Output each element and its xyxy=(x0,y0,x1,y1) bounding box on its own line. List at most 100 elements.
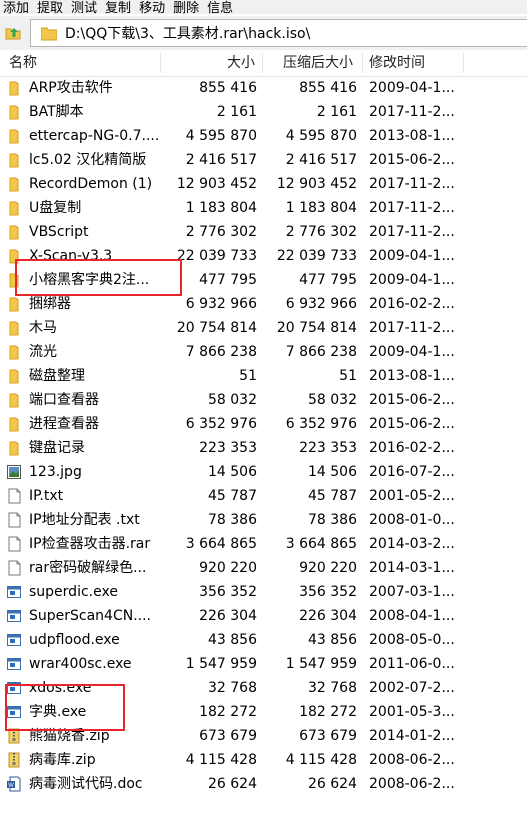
file-compressed-size: 2 776 302 xyxy=(285,224,357,240)
file-modified: 2016-02-2... xyxy=(369,296,455,312)
folder-icon xyxy=(6,416,22,432)
text-file-icon xyxy=(6,536,22,552)
folder-icon xyxy=(6,392,22,408)
column-modified[interactable]: 修改时间 xyxy=(369,50,425,76)
file-row[interactable]: SuperScan4CN.... 226 304 226 304 2008-04-1.… xyxy=(0,604,527,628)
column-compressed-size[interactable]: 压缩后大小 xyxy=(283,50,353,76)
file-modified: 2016-02-2... xyxy=(369,440,455,456)
image-file-icon xyxy=(6,464,22,480)
file-compressed-size: 45 787 xyxy=(308,488,357,504)
file-compressed-size: 226 304 xyxy=(299,608,357,624)
file-row[interactable]: BAT脚本 2 161 2 161 2017-11-2... xyxy=(0,100,527,124)
file-row[interactable]: U盘复制 1 183 804 1 183 804 2017-11-2... xyxy=(0,196,527,220)
file-modified: 2017-11-2... xyxy=(369,200,455,216)
file-name: ettercap-NG-0.7.... xyxy=(29,128,159,144)
file-size: 20 754 814 xyxy=(176,320,257,336)
file-row[interactable]: IP地址分配表 .txt 78 386 78 386 2008-01-0... xyxy=(0,508,527,532)
file-row[interactable]: ettercap-NG-0.7.... 4 595 870 4 595 870 201… xyxy=(0,124,527,148)
file-row[interactable]: rar密码破解绿色... 920 220 920 220 2014-03-1... xyxy=(0,556,527,580)
exe-file-icon xyxy=(6,608,22,624)
text-file-icon xyxy=(6,560,22,576)
menu-item[interactable]: 移动 xyxy=(139,2,165,15)
column-name[interactable]: 名称 xyxy=(9,50,37,76)
file-row[interactable]: 病毒库.zip 4 115 428 4 115 428 2008-06-2... xyxy=(0,748,527,772)
file-size: 2 416 517 xyxy=(185,152,257,168)
file-row[interactable]: RecordDemon (1) 12 903 452 12 903 452 2017-… xyxy=(0,172,527,196)
file-compressed-size: 7 866 238 xyxy=(285,344,357,360)
file-modified: 2009-04-1... xyxy=(369,80,455,96)
file-name: udpflood.exe xyxy=(29,632,120,648)
file-modified: 2013-08-1... xyxy=(369,368,455,384)
file-row[interactable]: 键盘记录 223 353 223 353 2016-02-2... xyxy=(0,436,527,460)
file-row[interactable]: 进程查看器 6 352 976 6 352 976 2015-06-2... xyxy=(0,412,527,436)
menu-item[interactable]: 添加 xyxy=(3,2,29,15)
file-compressed-size: 4 115 428 xyxy=(285,752,357,768)
column-size[interactable]: 大小 xyxy=(227,50,255,76)
folder-icon xyxy=(6,200,22,216)
file-compressed-size: 855 416 xyxy=(299,80,357,96)
file-compressed-size: 78 386 xyxy=(308,512,357,528)
file-compressed-size: 920 220 xyxy=(299,560,357,576)
file-size: 7 866 238 xyxy=(185,344,257,360)
file-row[interactable]: 端口查看器 58 032 58 032 2015-06-2... xyxy=(0,388,527,412)
file-size: 673 679 xyxy=(199,728,257,744)
file-row[interactable]: udpflood.exe 43 856 43 856 2008-05-0... xyxy=(0,628,527,652)
file-name: BAT脚本 xyxy=(29,104,84,120)
file-size: 78 386 xyxy=(208,512,257,528)
file-name: lc5.02 汉化精简版 xyxy=(29,152,147,168)
file-compressed-size: 182 272 xyxy=(299,704,357,720)
file-compressed-size: 673 679 xyxy=(299,728,357,744)
highlight-box-folder xyxy=(15,259,182,296)
file-row[interactable]: 流光 7 866 238 7 866 238 2009-04-1... xyxy=(0,340,527,364)
file-modified: 2017-11-2... xyxy=(369,176,455,192)
file-name: SuperScan4CN.... xyxy=(29,608,152,624)
folder-icon xyxy=(6,320,22,336)
file-modified: 2008-04-1... xyxy=(369,608,455,624)
file-modified: 2008-01-0... xyxy=(369,512,455,528)
zip-file-icon xyxy=(6,752,22,768)
file-modified: 2017-11-2... xyxy=(369,224,455,240)
file-compressed-size: 12 903 452 xyxy=(276,176,357,192)
file-modified: 2001-05-2... xyxy=(369,488,455,504)
file-name: ARP攻击软件 xyxy=(29,80,113,96)
text-file-icon xyxy=(6,512,22,528)
file-modified: 2011-06-0... xyxy=(369,656,455,672)
file-row[interactable]: wrar400sc.exe 1 547 959 1 547 959 2011-06-0… xyxy=(0,652,527,676)
file-row[interactable]: IP.txt 45 787 45 787 2001-05-2... xyxy=(0,484,527,508)
file-size: 12 903 452 xyxy=(176,176,257,192)
file-compressed-size: 2 416 517 xyxy=(285,152,357,168)
svg-text:W: W xyxy=(8,783,14,789)
up-folder-icon[interactable] xyxy=(5,24,23,42)
menu-item[interactable]: 复制 xyxy=(105,2,131,15)
menu-item[interactable]: 测试 xyxy=(71,2,97,15)
file-row[interactable]: VBScript 2 776 302 2 776 302 2017-11-2... xyxy=(0,220,527,244)
file-modified: 2008-06-2... xyxy=(369,752,455,768)
file-compressed-size: 6 352 976 xyxy=(285,416,357,432)
file-modified: 2015-06-2... xyxy=(369,416,455,432)
address-bar[interactable]: D:\QQ下载\3、工具素材.rar\hack.iso\ xyxy=(30,19,527,47)
file-size: 855 416 xyxy=(199,80,257,96)
file-compressed-size: 58 032 xyxy=(308,392,357,408)
exe-file-icon xyxy=(6,656,22,672)
file-modified: 2002-07-2... xyxy=(369,680,455,696)
file-size: 58 032 xyxy=(208,392,257,408)
folder-icon xyxy=(6,104,22,120)
file-name: 磁盘整理 xyxy=(29,368,85,384)
menu-item[interactable]: 删除 xyxy=(173,2,199,15)
file-row[interactable]: 木马 20 754 814 20 754 814 2017-11-2... xyxy=(0,316,527,340)
file-row[interactable]: 磁盘整理 51 51 2013-08-1... xyxy=(0,364,527,388)
file-row[interactable]: IP检查器攻击器.rar 3 664 865 3 664 865 2014-03-2.… xyxy=(0,532,527,556)
file-size: 356 352 xyxy=(199,584,257,600)
file-modified: 2017-11-2... xyxy=(369,104,455,120)
menu-item[interactable]: 提取 xyxy=(37,2,63,15)
file-row[interactable]: 123.jpg 14 506 14 506 2016-07-2... xyxy=(0,460,527,484)
file-compressed-size: 32 768 xyxy=(308,680,357,696)
file-modified: 2014-03-1... xyxy=(369,560,455,576)
file-row[interactable]: W 病毒测试代码.doc 26 624 26 624 2008-06-2... xyxy=(0,772,527,796)
file-compressed-size: 20 754 814 xyxy=(276,320,357,336)
file-row[interactable]: ARP攻击软件 855 416 855 416 2009-04-1... xyxy=(0,76,527,100)
file-name: U盘复制 xyxy=(29,200,82,216)
file-row[interactable]: superdic.exe 356 352 356 352 2007-03-1... xyxy=(0,580,527,604)
menu-item[interactable]: 信息 xyxy=(207,2,233,15)
file-row[interactable]: lc5.02 汉化精简版 2 416 517 2 416 517 2015-06-2.… xyxy=(0,148,527,172)
